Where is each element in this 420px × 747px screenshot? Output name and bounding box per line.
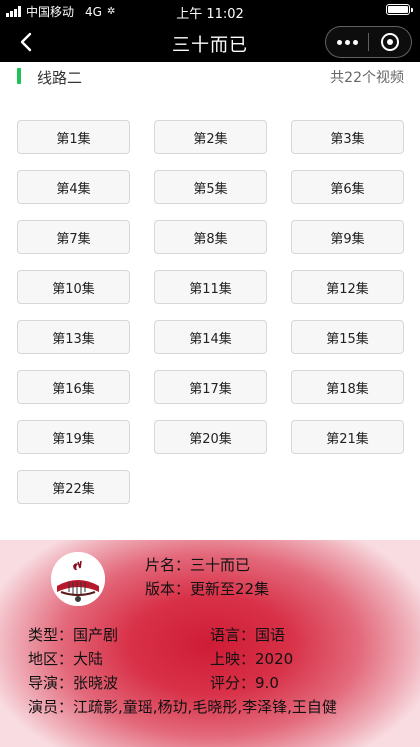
route-header: 线路二 共22个视频: [0, 62, 420, 92]
version-label: 版本：: [145, 580, 191, 598]
movie-title: 三十而已: [190, 556, 251, 574]
director-label: 导演：: [28, 674, 74, 692]
language-row: 语言：国语: [210, 623, 285, 647]
nav-bar: 三十而已: [0, 22, 420, 62]
episode-grid: 第1集 第2集 第3集 第4集 第5集 第6集 第7集 第8集 第9集 第10集 第11集 第12集第…: [17, 120, 404, 504]
movie-info-panel: 片名：三十而已 版本：更新至22集 类型：国产剧 语言：国语 地区：大陆 上映：…: [0, 540, 420, 747]
miniprogram-capsule: [325, 26, 412, 58]
episode-button[interactable]: 第8集: [154, 220, 267, 254]
episode-button[interactable]: 第19集: [17, 420, 130, 454]
episode-button[interactable]: 第22集: [17, 470, 130, 504]
episode-button[interactable]: 第12集: [291, 270, 404, 304]
director-row: 导演：张晓波: [28, 671, 118, 695]
episode-button[interactable]: 第17集: [154, 370, 267, 404]
video-count: 共22个视频: [330, 70, 404, 86]
more-button[interactable]: [326, 27, 368, 57]
episode-button[interactable]: 第3集: [291, 120, 404, 154]
episode-button[interactable]: 第5集: [154, 170, 267, 204]
episode-button[interactable]: 第4集: [17, 170, 130, 204]
route-name[interactable]: 线路二: [37, 67, 82, 88]
region-value: 大陆: [73, 650, 104, 668]
episode-button[interactable]: 第11集: [154, 270, 267, 304]
episode-button[interactable]: 第15集: [291, 320, 404, 354]
movie-headline: 片名：三十而已 版本：更新至22集: [145, 553, 269, 601]
episode-button[interactable]: 第13集: [17, 320, 130, 354]
region-label: 地区：: [28, 650, 74, 668]
episode-button[interactable]: 第2集: [154, 120, 267, 154]
episode-button[interactable]: 第14集: [154, 320, 267, 354]
language-value: 国语: [255, 626, 286, 644]
episode-button[interactable]: 第7集: [17, 220, 130, 254]
release-row: 上映：2020: [210, 647, 293, 671]
genre-value: 国产剧: [73, 626, 119, 644]
status-time: 上午 11:02: [176, 7, 244, 22]
episode-button[interactable]: 第1集: [17, 120, 130, 154]
genre-label: 类型：: [28, 626, 74, 644]
title-label: 片名：: [145, 556, 191, 574]
genre-row: 类型：国产剧: [28, 623, 118, 647]
director-value: 张晓波: [73, 674, 119, 692]
episode-button[interactable]: 第18集: [291, 370, 404, 404]
region-row: 地区：大陆: [28, 647, 103, 671]
poster-image: [51, 552, 105, 606]
language-label: 语言：: [210, 626, 256, 644]
release-label: 上映：: [210, 650, 256, 668]
status-right: [386, 4, 413, 15]
release-value: 2020: [255, 650, 294, 668]
cast-label: 演员：: [28, 698, 74, 716]
target-circle-icon: [381, 33, 399, 51]
rating-label: 评分：: [210, 674, 256, 692]
rating-value: 9.0: [255, 674, 279, 692]
close-miniprogram-button[interactable]: [369, 27, 411, 57]
episode-button[interactable]: 第6集: [291, 170, 404, 204]
route-indicator: [17, 68, 21, 84]
episode-button[interactable]: 第9集: [291, 220, 404, 254]
cast-row: 演员：江疏影,童瑶,杨玏,毛晓彤,李泽锋,王自健: [28, 695, 337, 719]
cast-value: 江疏影,童瑶,杨玏,毛晓彤,李泽锋,王自健: [73, 698, 337, 716]
episode-button[interactable]: 第20集: [154, 420, 267, 454]
status-bar: 中国移动 4G ✲ 上午 11:02: [0, 0, 420, 22]
more-dots-icon: [336, 39, 342, 45]
episode-button[interactable]: 第16集: [17, 370, 130, 404]
rating-row: 评分：9.0: [210, 671, 279, 695]
poster-art: [51, 552, 105, 606]
episode-button[interactable]: 第21集: [291, 420, 404, 454]
movie-version: 更新至22集: [190, 580, 270, 598]
battery-icon: [386, 4, 413, 15]
episode-button[interactable]: 第10集: [17, 270, 130, 304]
